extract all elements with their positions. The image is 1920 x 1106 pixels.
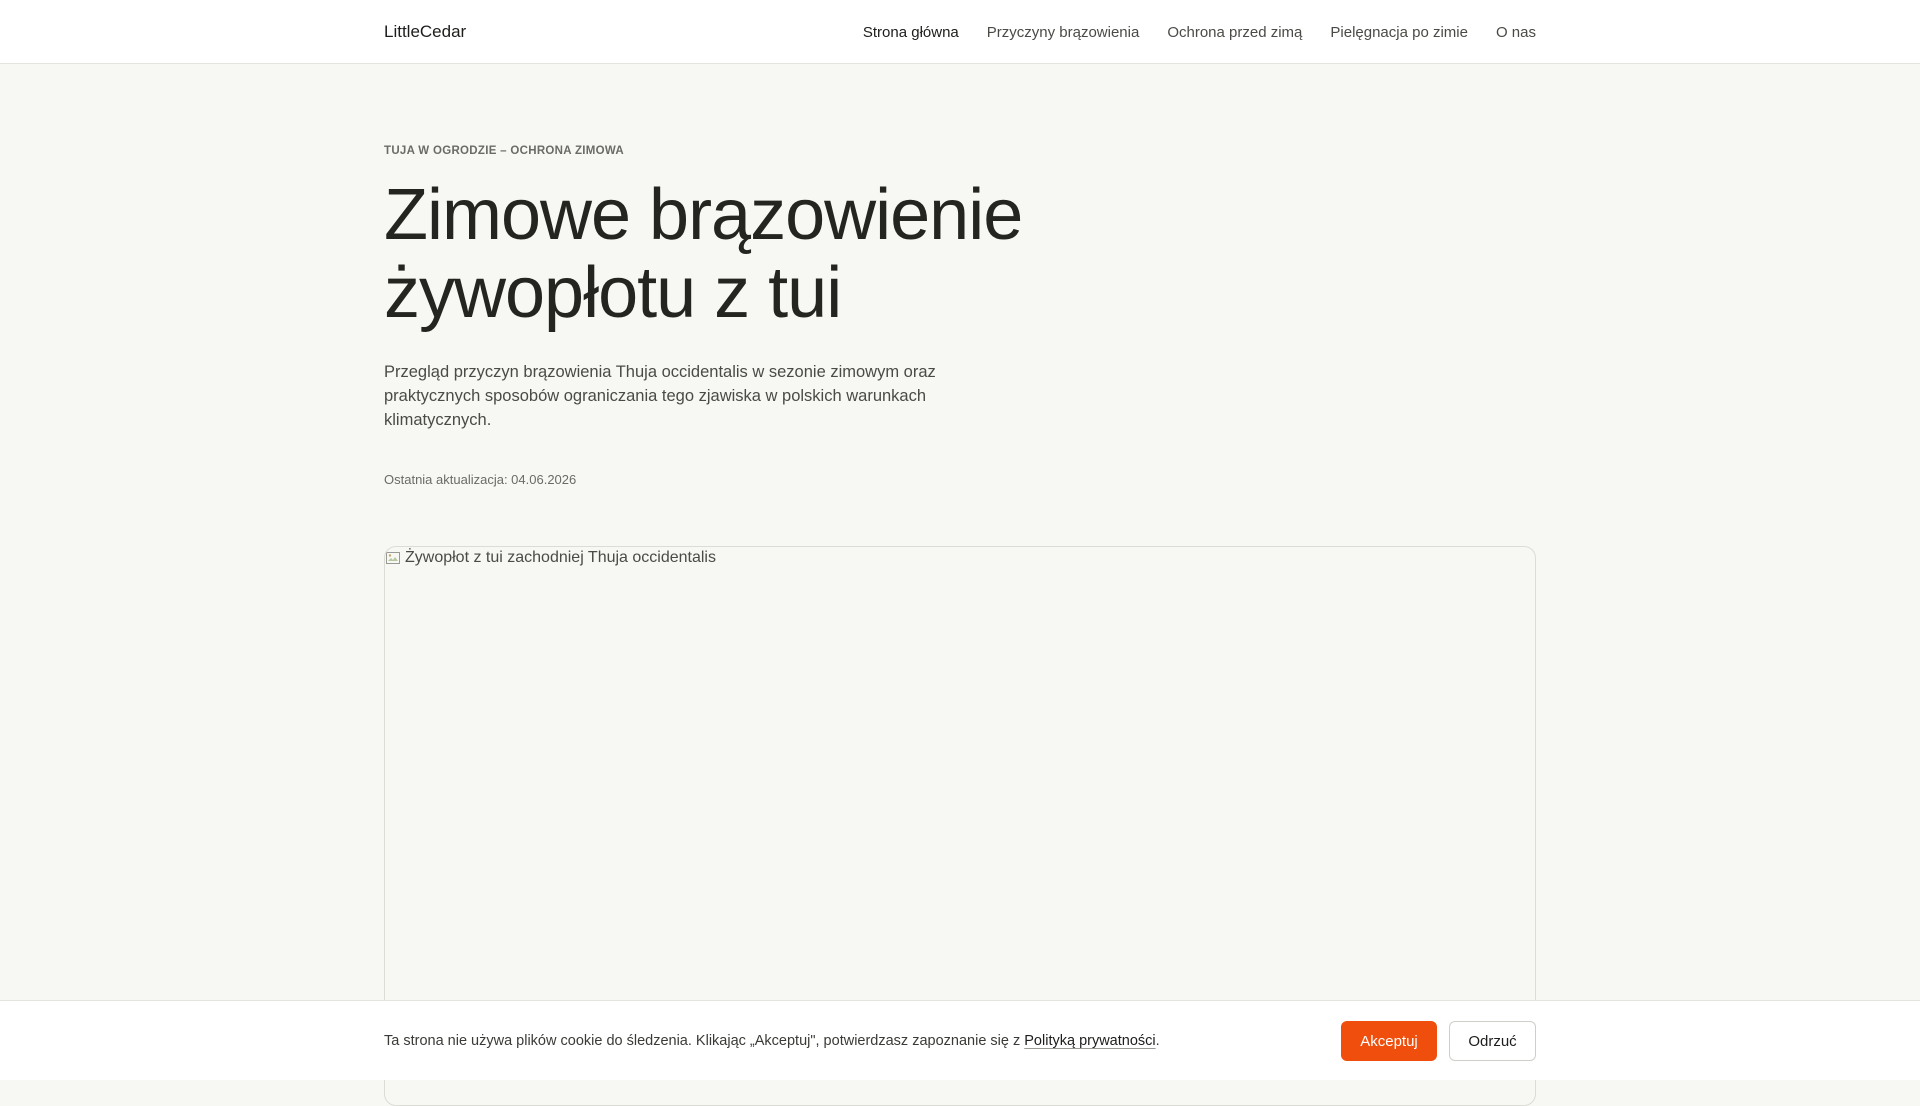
accept-cookies-button[interactable]: Akceptuj	[1341, 1021, 1437, 1061]
top-navigation-bar: LittleCedar Strona główna Przyczyny brąz…	[0, 0, 1920, 64]
page-title: Zimowe brązowienie żywopłotu z tui	[384, 175, 1023, 333]
nav-link-after-winter-care[interactable]: Pielęgnacja po zimie	[1330, 24, 1468, 41]
cookie-text-after: .	[1155, 1033, 1160, 1049]
nav-link-home[interactable]: Strona główna	[863, 24, 959, 41]
last-updated-text: Ostatnia aktualizacja: 04.06.2026	[384, 472, 577, 487]
nav-link-causes[interactable]: Przyczyny brązowienia	[987, 24, 1140, 41]
broken-image-icon	[385, 550, 401, 566]
reject-cookies-button[interactable]: Odrzuć	[1449, 1021, 1536, 1061]
cookie-text-before: Ta strona nie używa plików cookie do śle…	[384, 1033, 1025, 1049]
nav-link-about[interactable]: O nas	[1496, 24, 1536, 41]
broken-image: Żywopłot z tui zachodniej Thuja occident…	[385, 549, 716, 567]
brand-logo-link[interactable]: LittleCedar	[384, 22, 466, 42]
privacy-policy-link[interactable]: Polityką prywatności	[1024, 1033, 1155, 1049]
image-alt-text: Żywopłot z tui zachodniej Thuja occident…	[405, 549, 716, 566]
lead-paragraph: Przegląd przyczyn brązowienia Thuja occi…	[384, 363, 936, 429]
main-nav: Strona główna Przyczyny brązowienia Ochr…	[863, 24, 1536, 41]
cookie-banner: Ta strona nie używa plików cookie do śle…	[0, 1000, 1920, 1080]
eyebrow-category: TUJA W OGRODZIE – OCHRONA ZIMOWA	[384, 145, 625, 157]
nav-link-winter-protection[interactable]: Ochrona przed zimą	[1167, 24, 1302, 41]
cookie-message: Ta strona nie używa plików cookie do śle…	[384, 1033, 1160, 1049]
